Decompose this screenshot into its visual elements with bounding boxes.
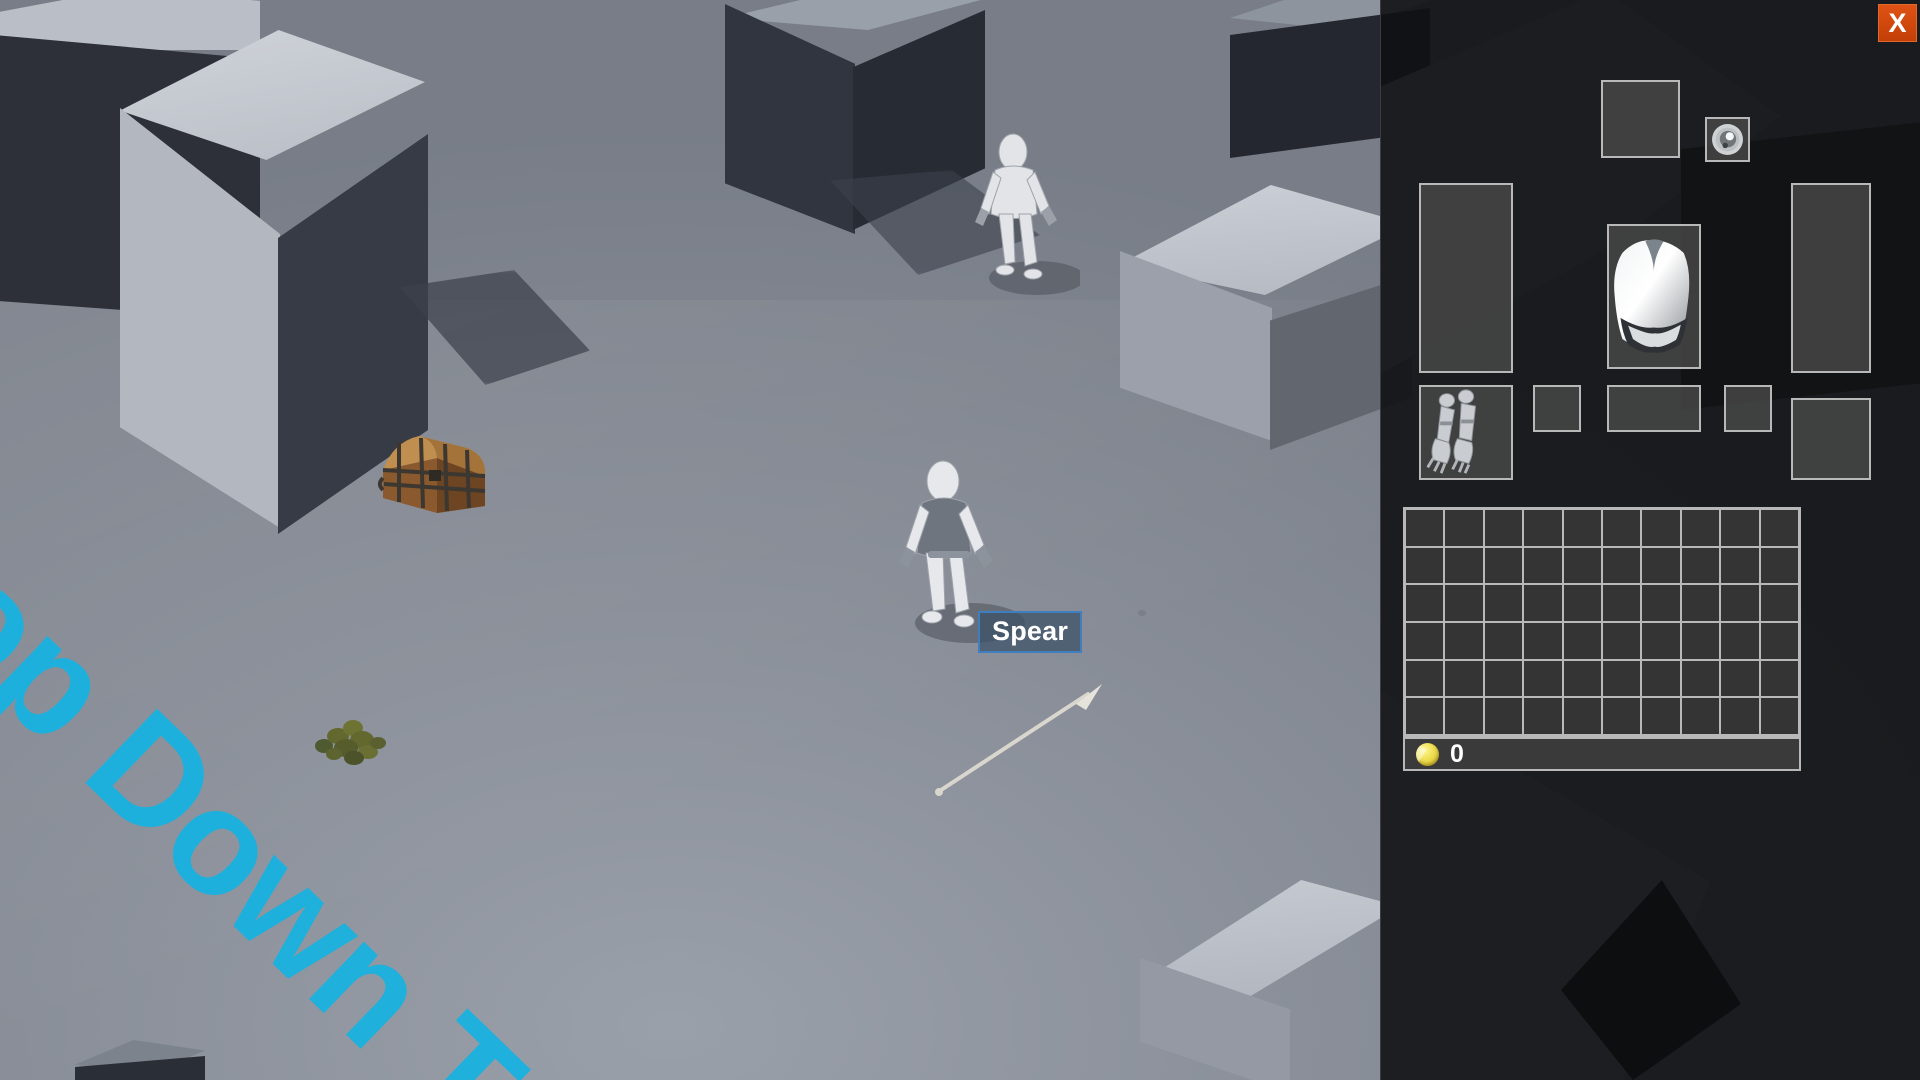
equipment-slot-gloves[interactable]	[1419, 385, 1513, 480]
pillar-block	[1120, 185, 1412, 450]
treasure-chest[interactable]	[375, 418, 490, 513]
equipment-slot-boots[interactable]	[1791, 398, 1871, 480]
inventory-slot[interactable]	[1680, 546, 1721, 585]
inventory-slot[interactable]	[1523, 509, 1563, 547]
inventory-slot[interactable]	[1483, 659, 1524, 698]
inventory-slot[interactable]	[1405, 697, 1445, 735]
panel-ghost-geometry	[1561, 880, 1741, 1080]
inventory-slot[interactable]	[1680, 622, 1721, 660]
pillar-shadow	[400, 270, 590, 385]
gold-amount: 0	[1450, 739, 1464, 768]
inventory-slot[interactable]	[1759, 546, 1799, 585]
inventory-slot[interactable]	[1405, 622, 1445, 660]
gold-coin-icon	[1416, 742, 1439, 766]
equipment-slot-off-hand[interactable]	[1791, 183, 1871, 373]
inventory-slot[interactable]	[1562, 509, 1602, 547]
inventory-slot[interactable]	[1759, 697, 1799, 735]
inventory-slot[interactable]	[1562, 622, 1602, 660]
inventory-grid[interactable]	[1403, 507, 1801, 737]
bush-object[interactable]	[310, 710, 400, 770]
inventory-slot[interactable]	[1483, 584, 1524, 622]
inventory-slot[interactable]	[1602, 584, 1642, 622]
inventory-slot[interactable]	[1444, 697, 1484, 735]
inventory-slot[interactable]	[1523, 697, 1563, 735]
gauntlets-icon	[1426, 389, 1477, 474]
floor-decal-text: Top Down T	[0, 471, 554, 1080]
equipment-slot-ring-left[interactable]	[1533, 385, 1581, 432]
inventory-slot[interactable]	[1602, 509, 1642, 547]
inventory-slot[interactable]	[1680, 584, 1721, 622]
inventory-slot[interactable]	[1444, 584, 1484, 622]
currency-bar[interactable]: 0	[1403, 737, 1801, 771]
equipment-slot-ring-right[interactable]	[1724, 385, 1772, 432]
equipment-slot-main-hand[interactable]	[1419, 183, 1513, 373]
inventory-slot[interactable]	[1641, 659, 1681, 698]
amulet-icon	[1712, 124, 1743, 155]
inventory-slot[interactable]	[1759, 509, 1799, 547]
chestplate-icon	[1614, 239, 1690, 353]
inventory-slot[interactable]	[1680, 509, 1721, 547]
equipment-slot-belt[interactable]	[1607, 385, 1701, 432]
inventory-slot[interactable]	[1759, 584, 1799, 622]
inventory-slot[interactable]	[1523, 546, 1563, 585]
pillar-block	[1140, 880, 1400, 1080]
inventory-slot[interactable]	[1523, 659, 1563, 698]
game-screen: Top Down T Spear X 0	[0, 0, 1920, 1080]
inventory-slot[interactable]	[1720, 509, 1760, 547]
inventory-slot[interactable]	[1602, 697, 1642, 735]
inventory-slot[interactable]	[1562, 659, 1602, 698]
inventory-slot[interactable]	[1483, 546, 1524, 585]
inventory-slot[interactable]	[1720, 697, 1760, 735]
equipment-slot-chest-armor[interactable]	[1607, 224, 1701, 369]
close-icon: X	[1888, 8, 1907, 38]
inventory-slot[interactable]	[1680, 697, 1721, 735]
inventory-slot[interactable]	[1759, 659, 1799, 698]
tooltip-label: Spear	[992, 616, 1069, 646]
inventory-slot[interactable]	[1602, 622, 1642, 660]
inventory-slot[interactable]	[1720, 659, 1760, 698]
ground-spear-item[interactable]	[930, 680, 1105, 800]
inventory-slot[interactable]	[1405, 546, 1445, 585]
inventory-slot[interactable]	[1641, 622, 1681, 660]
inventory-slot[interactable]	[1680, 659, 1721, 698]
npc-character[interactable]	[965, 128, 1085, 303]
inventory-slot[interactable]	[1562, 546, 1602, 585]
inventory-slot[interactable]	[1444, 546, 1484, 585]
inventory-slot[interactable]	[1641, 509, 1681, 547]
equipment-slot-amulet[interactable]	[1705, 117, 1750, 162]
inventory-panel[interactable]: X 0	[1380, 0, 1920, 1080]
inventory-slot[interactable]	[1720, 584, 1760, 622]
inventory-slot[interactable]	[1444, 659, 1484, 698]
equipment-slot-helmet[interactable]	[1601, 80, 1680, 158]
inventory-slot[interactable]	[1483, 697, 1524, 735]
inventory-grid-container: 0	[1403, 507, 1801, 771]
inventory-slot[interactable]	[1444, 509, 1484, 547]
inventory-slot[interactable]	[1720, 622, 1760, 660]
inventory-slot[interactable]	[1641, 697, 1681, 735]
inventory-slot[interactable]	[1720, 546, 1760, 585]
close-button[interactable]: X	[1878, 4, 1917, 42]
inventory-slot[interactable]	[1483, 509, 1524, 547]
inventory-slot[interactable]	[1602, 546, 1642, 585]
inventory-slot[interactable]	[1641, 546, 1681, 585]
inventory-slot[interactable]	[1405, 509, 1445, 547]
inventory-slot[interactable]	[1562, 584, 1602, 622]
inventory-slot[interactable]	[1562, 697, 1602, 735]
debris-speck	[1138, 610, 1146, 616]
inventory-slot[interactable]	[1483, 622, 1524, 660]
item-tooltip: Spear	[978, 611, 1083, 654]
inventory-slot[interactable]	[1602, 659, 1642, 698]
inventory-slot[interactable]	[1641, 584, 1681, 622]
inventory-slot[interactable]	[1523, 622, 1563, 660]
inventory-slot[interactable]	[1759, 622, 1799, 660]
inventory-slot[interactable]	[1444, 622, 1484, 660]
inventory-slot[interactable]	[1405, 584, 1445, 622]
inventory-slot[interactable]	[1405, 659, 1445, 698]
inventory-slot[interactable]	[1523, 584, 1563, 622]
pillar-block	[75, 1040, 205, 1080]
